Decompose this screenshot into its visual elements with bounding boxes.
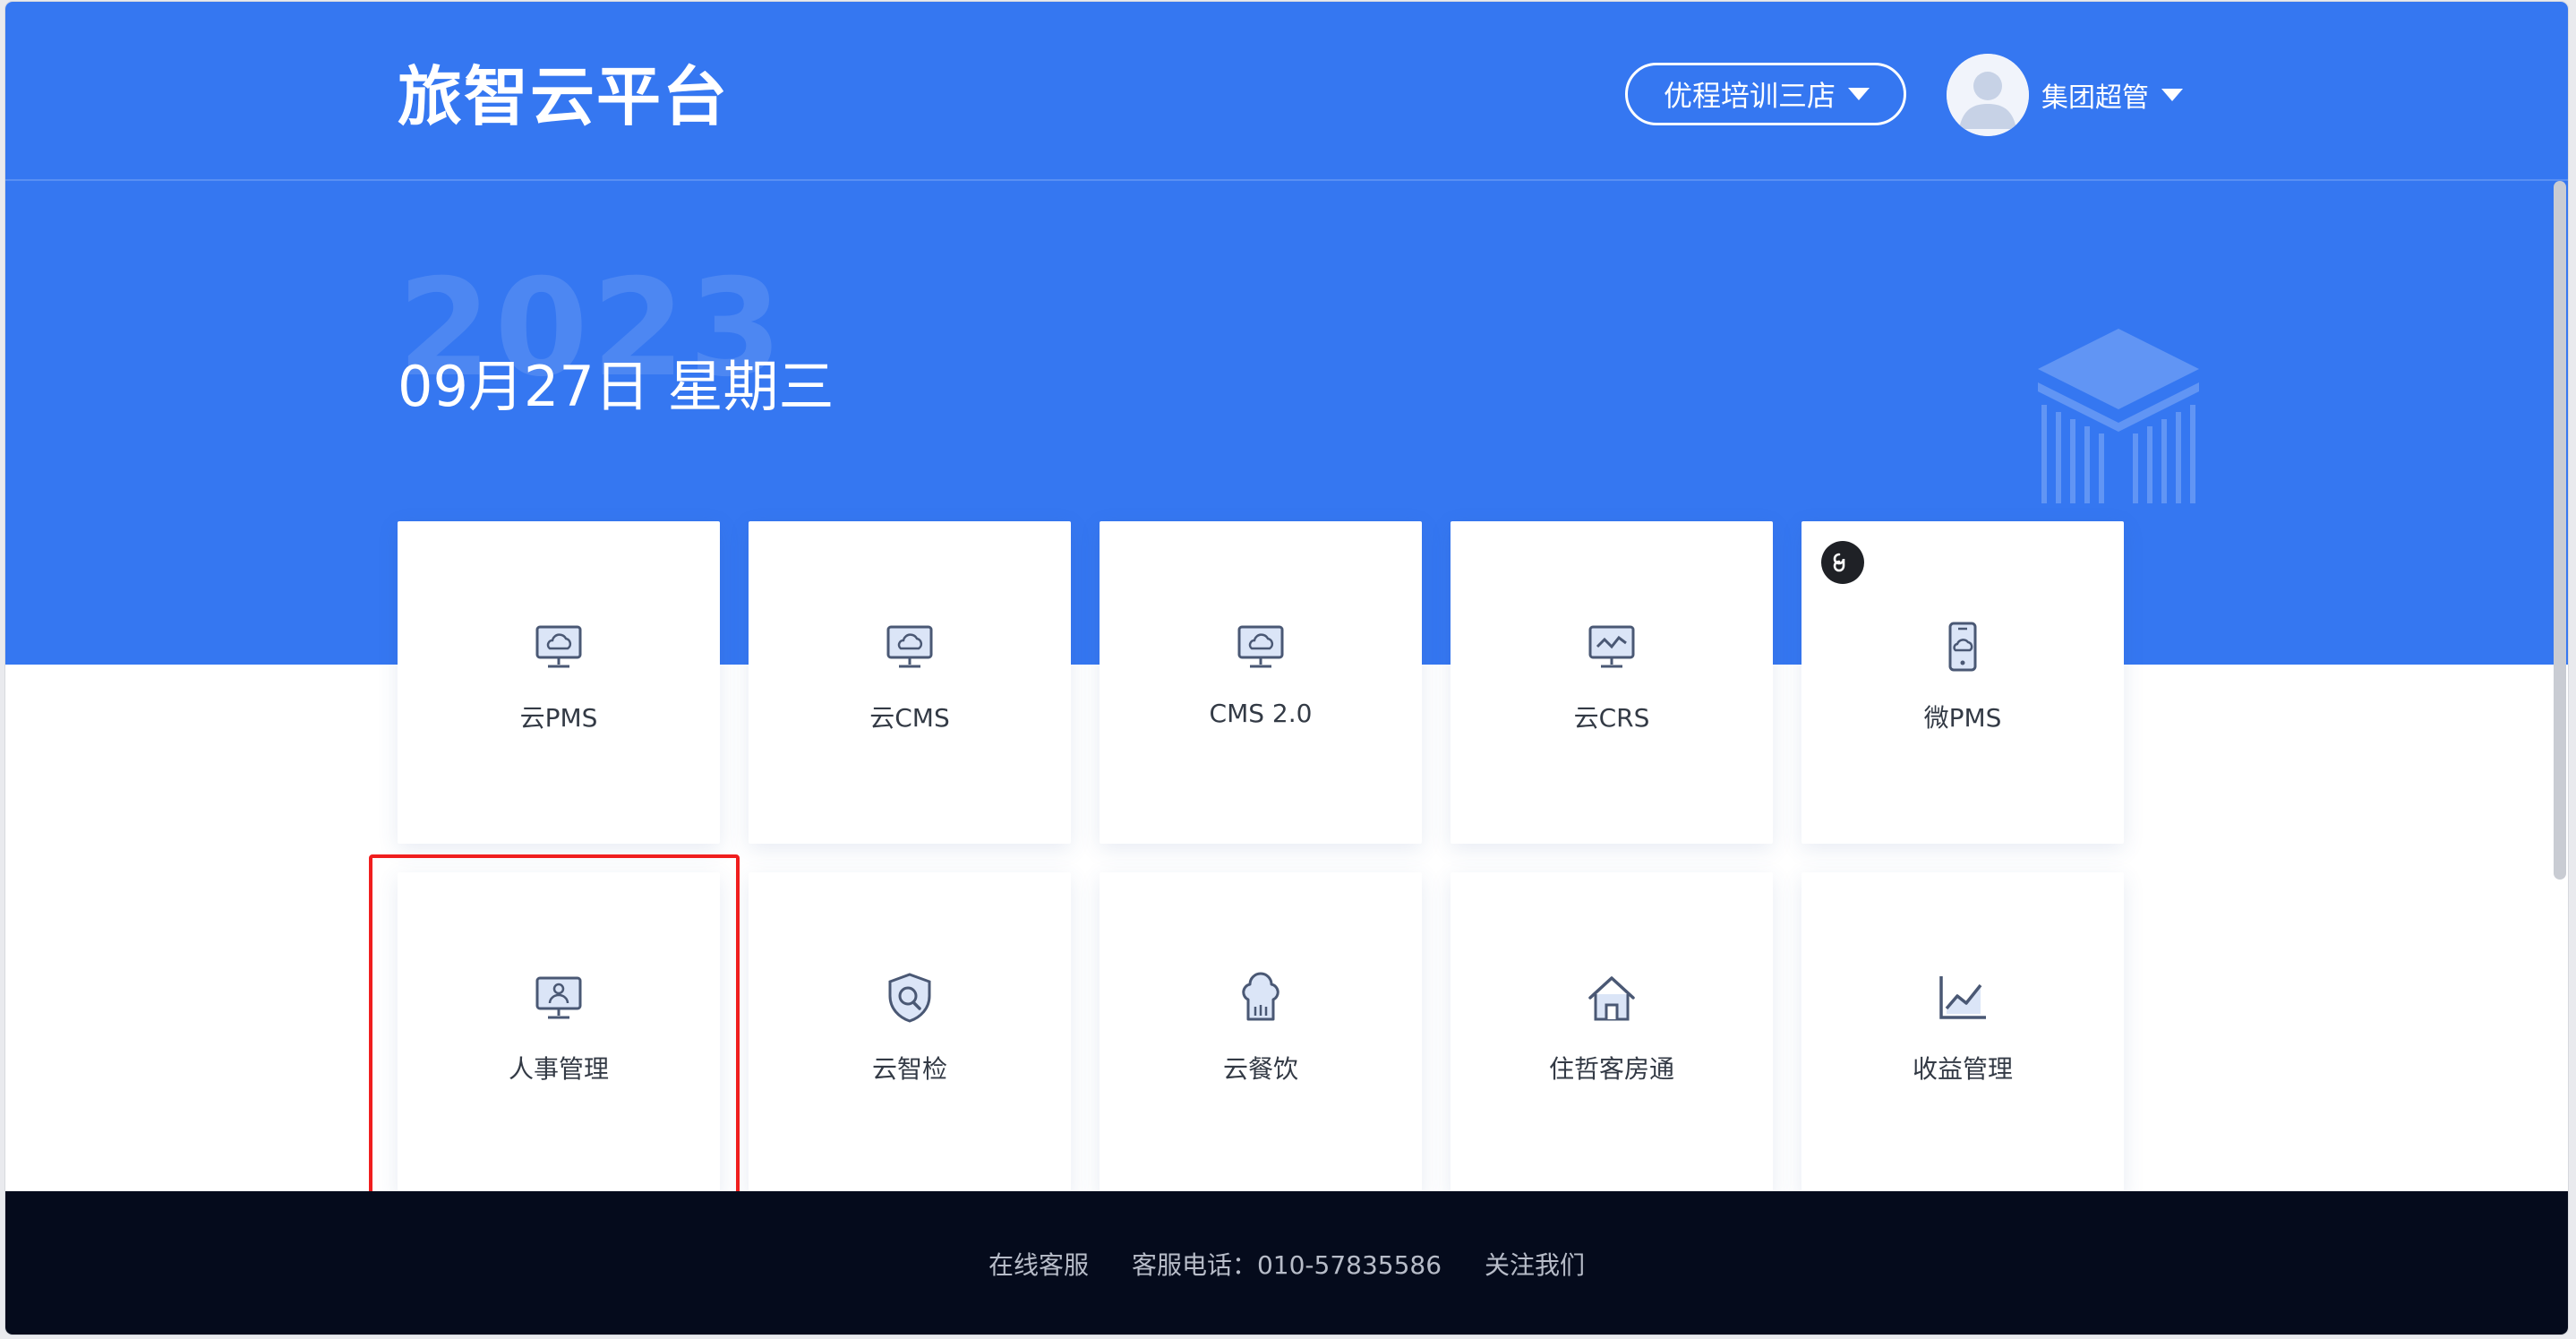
- service-phone: 客服电话：010-57835586: [1131, 1250, 1442, 1280]
- monitor-cloud-icon: [886, 625, 933, 668]
- app-tile-label: 微PMS: [1923, 703, 2002, 733]
- app-tile-cms-2[interactable]: CMS 2.0: [1100, 521, 1422, 844]
- app-tile-label: 云CRS: [1573, 703, 1650, 733]
- monitor-cloud-icon: [535, 625, 582, 668]
- vertical-scrollbar[interactable]: [2554, 181, 2566, 880]
- caret-down-icon: [2161, 89, 2183, 101]
- mini-program-icon: [1821, 541, 1864, 584]
- app-tile-yun-crs[interactable]: 云CRS: [1451, 521, 1773, 844]
- app-tile-revenue-management[interactable]: 收益管理: [1801, 872, 2124, 1195]
- current-date: 09月27日 星期三: [398, 354, 834, 419]
- app-tile-label: CMS 2.0: [1209, 699, 1313, 728]
- house-icon: [1588, 976, 1635, 1021]
- top-bar: 旅智云平台 优程培训三店 集团超管: [5, 2, 2568, 181]
- user-avatar-icon: [1947, 54, 2029, 136]
- app-tile-label: 云PMS: [519, 703, 598, 733]
- monitor-cloud-icon: [1237, 625, 1284, 668]
- app-tile-label: 云智检: [871, 1054, 947, 1084]
- app-tile-zhuzhe-room[interactable]: 住哲客房通: [1451, 872, 1773, 1195]
- app-tile-yun-cms[interactable]: 云CMS: [749, 521, 1071, 844]
- app-tile-yun-catering[interactable]: 云餐饮: [1100, 872, 1422, 1195]
- logo[interactable]: 旅智云平台: [398, 52, 729, 142]
- phone-cloud-icon: [1948, 622, 1977, 672]
- user-name: 集团超管: [2041, 82, 2149, 114]
- footer: 在线客服 客服电话：010-57835586 关注我们: [5, 1191, 2568, 1335]
- follow-us-link[interactable]: 关注我们: [1485, 1246, 1585, 1282]
- caret-down-icon: [1848, 88, 1870, 100]
- app-window: 旅智云平台 优程培训三店 集团超管 2023 09月27日 星期三 云PMS 云…: [5, 2, 2568, 1335]
- app-tile-label: 住哲客房通: [1548, 1054, 1674, 1084]
- user-menu[interactable]: 集团超管: [1947, 52, 2183, 138]
- store-selector[interactable]: 优程培训三店: [1625, 63, 1906, 125]
- line-chart-icon: [1939, 976, 1986, 1019]
- shield-search-icon: [888, 973, 931, 1023]
- app-tile-label: 人事管理: [508, 1054, 609, 1084]
- monitor-chart-icon: [1588, 625, 1635, 668]
- app-tile-hr-management[interactable]: 人事管理: [398, 872, 720, 1195]
- app-tile-label: 云餐饮: [1222, 1054, 1298, 1084]
- avatar: [1947, 54, 2029, 136]
- app-tile-label: 收益管理: [1912, 1054, 2013, 1084]
- chef-hat-icon: [1242, 972, 1279, 1021]
- building-decoration-icon: [2038, 329, 2199, 503]
- app-tile-label: 云CMS: [869, 703, 950, 733]
- app-tile-wei-pms[interactable]: 微PMS: [1801, 521, 2124, 844]
- app-tile-yun-pms[interactable]: 云PMS: [398, 521, 720, 844]
- store-selector-label: 优程培训三店: [1664, 79, 1836, 113]
- online-service-link[interactable]: 在线客服: [988, 1246, 1089, 1282]
- monitor-user-icon: [535, 976, 582, 1019]
- app-tile-yun-zhijian[interactable]: 云智检: [749, 872, 1071, 1195]
